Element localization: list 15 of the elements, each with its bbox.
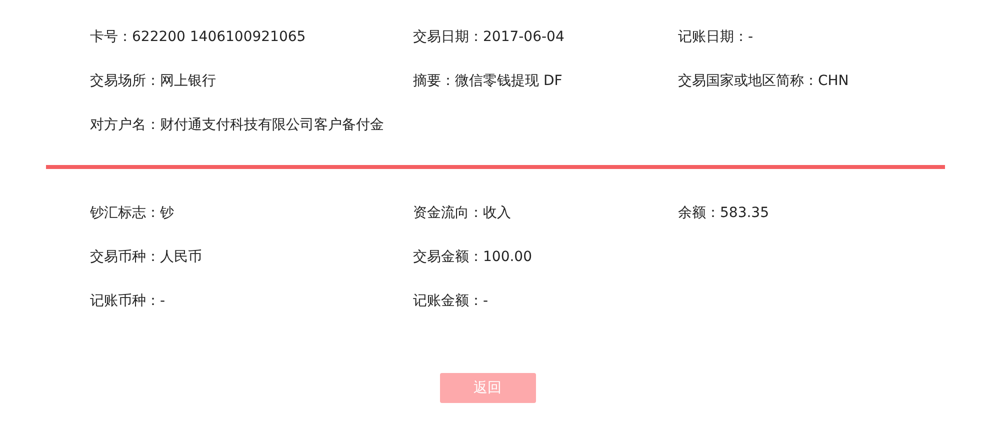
info-field: 对方户名：财付通支付科技有限公司客户备付金 <box>90 115 413 135</box>
info-field: 卡号：622200 1406100921065 <box>90 27 413 47</box>
info-field: 交易金额：100.00 <box>413 247 678 267</box>
info-field: 钞汇标志：钞 <box>90 203 413 223</box>
info-field: 资金流向：收入 <box>413 203 678 223</box>
info-field: 记账日期：- <box>678 27 985 47</box>
info-field: 余额：583.35 <box>678 203 985 223</box>
info-field: 交易场所：网上银行 <box>90 71 413 91</box>
info-field: 摘要：微信零钱提现 DF <box>413 71 678 91</box>
back-button[interactable]: 返回 <box>440 373 536 403</box>
info-field: 记账金额：- <box>413 291 678 311</box>
info-field: 交易国家或地区简称：CHN <box>678 71 985 91</box>
info-field: 交易币种：人民币 <box>90 247 413 267</box>
info-field: 记账币种：- <box>90 291 413 311</box>
info-field: 交易日期：2017-06-04 <box>413 27 678 47</box>
